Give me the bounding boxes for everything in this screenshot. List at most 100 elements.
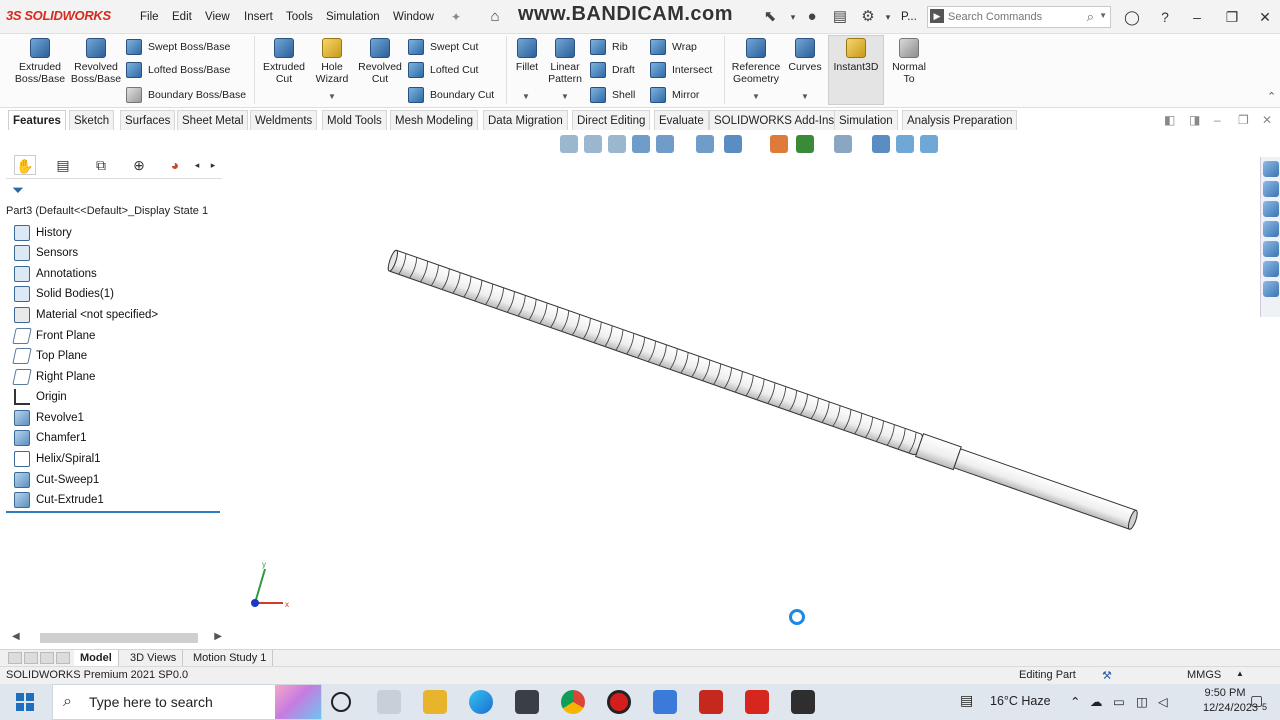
file-properties-icon[interactable]: ▤: [830, 7, 850, 27]
threaded-rod-model[interactable]: x y: [222, 131, 1280, 649]
tab-mesh-modeling[interactable]: Mesh Modeling: [390, 110, 478, 130]
intersect-button[interactable]: Intersect: [650, 61, 712, 79]
forum-icon[interactable]: [1263, 241, 1279, 257]
menu-simulation[interactable]: Simulation: [326, 11, 380, 23]
swept-boss-button[interactable]: Swept Boss/Base: [126, 38, 230, 56]
network-icon[interactable]: ◫: [1136, 694, 1148, 709]
tab-motion-study[interactable]: Motion Study 1: [187, 650, 274, 666]
chevron-down-icon[interactable]: ▾: [783, 7, 803, 27]
extruded-cut-button[interactable]: Extruded Cut: [260, 38, 308, 85]
solidworks-resources-icon[interactable]: [1263, 161, 1279, 177]
horizontal-scrollbar[interactable]: ◀ ▶: [12, 631, 222, 645]
tab-features[interactable]: Features: [8, 110, 66, 130]
units-selector[interactable]: MMGS: [1187, 669, 1221, 681]
search-commands[interactable]: ▶ ⌕ ▼: [927, 6, 1111, 28]
taskbar-search-box[interactable]: ⌕ Type here to search: [52, 684, 322, 720]
tile-left-icon[interactable]: ◧: [1164, 113, 1175, 127]
boundary-boss-button[interactable]: Boundary Boss/Base: [126, 86, 246, 104]
tab-direct-editing[interactable]: Direct Editing: [572, 110, 651, 130]
cortana-icon[interactable]: [331, 692, 351, 712]
design-library-icon[interactable]: [1263, 181, 1279, 197]
tab-simulation[interactable]: Simulation: [834, 110, 898, 130]
menu-insert[interactable]: Insert: [244, 11, 273, 23]
search-input[interactable]: [948, 9, 1078, 25]
lofted-cut-button[interactable]: Lofted Cut: [408, 61, 478, 79]
mirror-button[interactable]: Mirror: [650, 86, 699, 104]
tab-solidworks-add-ins[interactable]: SOLIDWORKS Add-Ins: [709, 110, 840, 130]
scroll-right-arrow-icon[interactable]: ▶: [214, 631, 222, 642]
bandicam-icon[interactable]: [607, 690, 631, 714]
revolved-boss-button[interactable]: Revolved Boss/Base: [70, 38, 122, 85]
volume-icon[interactable]: ◁: [1158, 694, 1168, 709]
edge-icon[interactable]: [469, 690, 493, 714]
chevron-down-icon[interactable]: ▼: [561, 92, 569, 101]
extruded-boss-button[interactable]: Extruded Boss/Base: [14, 38, 66, 85]
minimize-icon[interactable]: –: [1184, 6, 1210, 28]
menu-file[interactable]: File: [140, 11, 159, 23]
chevron-up-icon[interactable]: ▲: [1236, 669, 1244, 678]
solidworks-app-icon[interactable]: [699, 690, 723, 714]
lofted-boss-button[interactable]: Lofted Boss/Base: [126, 61, 230, 79]
display-manager-tab-icon[interactable]: ◕: [164, 155, 186, 175]
tab-sketch[interactable]: Sketch: [69, 110, 115, 130]
chevron-down-icon[interactable]: ▼: [328, 92, 336, 101]
chrome-icon[interactable]: [561, 690, 585, 714]
chevron-down-icon[interactable]: ▼: [1099, 11, 1107, 20]
revolved-cut-button[interactable]: Revolved Cut: [356, 38, 404, 85]
fillet-button[interactable]: Fillet: [512, 38, 542, 73]
rebuild-icon[interactable]: ⚒: [1102, 669, 1112, 682]
doc-close-icon[interactable]: ✕: [1262, 113, 1272, 127]
doc-restore-icon[interactable]: ❐: [1238, 113, 1249, 127]
tab-mold-tools[interactable]: Mold Tools: [322, 110, 387, 130]
collapse-ribbon-icon[interactable]: ⌃: [1267, 90, 1276, 103]
normal-to-button[interactable]: Normal To: [888, 38, 930, 85]
property-manager-tab-icon[interactable]: ▤: [52, 155, 74, 175]
tree-item-helix-spiral1[interactable]: Helix/Spiral1: [14, 449, 101, 469]
battery-icon[interactable]: ▭: [1113, 694, 1125, 709]
chevron-down-icon[interactable]: ▼: [752, 92, 760, 101]
tab-evaluate[interactable]: Evaluate: [654, 110, 709, 130]
filter-icon[interactable]: ⏷: [12, 182, 24, 199]
user-icon[interactable]: ◯: [1119, 6, 1145, 28]
tab-model[interactable]: Model: [74, 650, 119, 666]
tree-item-cut-sweep1[interactable]: Cut-Sweep1: [14, 470, 99, 490]
doc-minimize-icon[interactable]: –: [1214, 113, 1221, 127]
tree-item-origin[interactable]: Origin: [14, 387, 67, 407]
tile-right-icon[interactable]: ◨: [1189, 113, 1200, 127]
tree-item-top-plane[interactable]: Top Plane: [12, 346, 87, 366]
tab-scroll-arrows[interactable]: [8, 652, 74, 664]
shell-button[interactable]: Shell: [590, 86, 635, 104]
windows-start-icon[interactable]: [16, 693, 34, 711]
rollback-bar[interactable]: [6, 511, 220, 513]
swept-cut-button[interactable]: Swept Cut: [408, 38, 478, 56]
reference-geometry-button[interactable]: Reference Geometry: [730, 38, 782, 85]
hole-wizard-button[interactable]: Hole Wizard: [310, 38, 354, 85]
feature-manager-tab-icon[interactable]: ✋: [14, 155, 36, 175]
autocad-icon[interactable]: [745, 690, 769, 714]
part-root-node[interactable]: Part3 (Default<<Default>_Display State 1: [6, 205, 222, 221]
home-icon[interactable]: ⌂: [485, 7, 505, 27]
tab-analysis-preparation[interactable]: Analysis Preparation: [902, 110, 1018, 130]
tree-item-sensors[interactable]: Sensors: [14, 243, 78, 263]
magnifier-icon[interactable]: ⌕: [1087, 9, 1094, 25]
task-view-icon[interactable]: [377, 690, 401, 714]
traffic-light-icon[interactable]: ●: [802, 7, 822, 27]
tree-item-solid-bodies[interactable]: Solid Bodies(1): [14, 284, 114, 304]
restore-icon[interactable]: ❐: [1219, 6, 1245, 28]
draft-button[interactable]: Draft: [590, 61, 635, 79]
weather-label[interactable]: 16°C Haze: [990, 694, 1051, 708]
configuration-manager-tab-icon[interactable]: ⧉: [90, 155, 112, 175]
tree-item-right-plane[interactable]: Right Plane: [12, 367, 95, 387]
custom-properties-icon[interactable]: [1263, 281, 1279, 297]
gear-icon[interactable]: ⚙: [858, 7, 878, 27]
onedrive-icon[interactable]: ☁: [1090, 694, 1103, 709]
boundary-cut-button[interactable]: Boundary Cut: [408, 86, 494, 104]
weather-icon[interactable]: ▤: [960, 692, 973, 709]
menu-tools[interactable]: Tools: [286, 11, 313, 23]
view-palette-icon[interactable]: [1263, 221, 1279, 237]
tab-weldments[interactable]: Weldments: [250, 110, 318, 130]
help-icon[interactable]: ?: [1152, 6, 1178, 28]
tree-item-cut-extrude1[interactable]: Cut-Extrude1: [14, 490, 104, 510]
wrap-button[interactable]: Wrap: [650, 38, 697, 56]
pin-icon[interactable]: ✦: [446, 7, 466, 27]
